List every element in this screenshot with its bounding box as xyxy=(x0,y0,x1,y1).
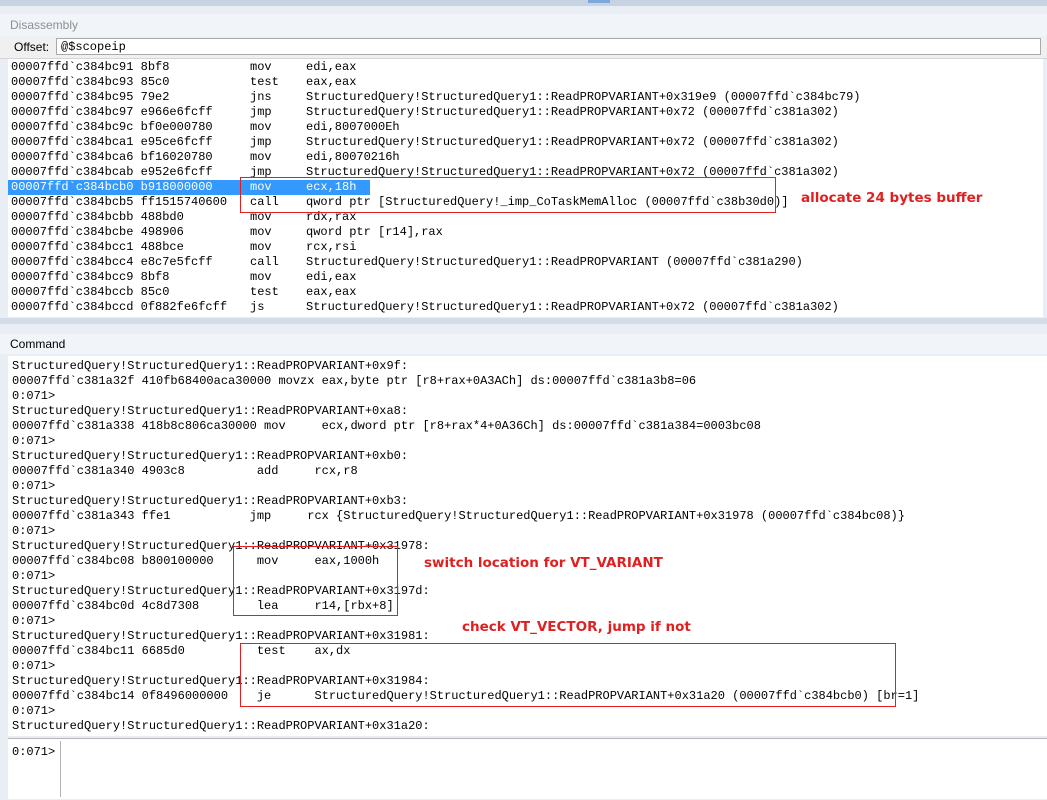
command-input-area: 0:071> xyxy=(8,738,1047,799)
disassembly-row[interactable]: 00007ffd`c384bc95 79e2 jns StructuredQuery… xyxy=(8,90,1043,105)
instruction-address: 00007ffd`c384bcc4 e8c7e5fcff xyxy=(11,255,213,269)
instruction-mnemonic: jmp xyxy=(250,105,272,119)
instruction-mnemonic: call xyxy=(250,255,279,269)
instruction-operands: edi,eax xyxy=(306,60,357,74)
offset-label: Offset: xyxy=(14,40,50,54)
instruction-mnemonic: mov xyxy=(250,270,272,284)
instruction-mnemonic: jns xyxy=(250,90,272,104)
command-output-line: 0:071> xyxy=(12,569,56,583)
instruction-operands: StructuredQuery!StructuredQuery1::ReadPR… xyxy=(306,300,839,314)
command-pane-header: Command xyxy=(0,334,1047,354)
command-output-line: StructuredQuery!StructuredQuery1::ReadPR… xyxy=(12,404,409,418)
disassembly-row[interactable]: 00007ffd`c384bcc1 488bce mov rcx,rsi xyxy=(8,240,1043,255)
instruction-mnemonic: mov xyxy=(250,60,272,74)
disassembly-title: Disassembly xyxy=(10,18,79,32)
alloc-annotation: allocate 24 bytes buffer xyxy=(801,190,983,206)
command-output-line: 00007ffd`c381a340 4903c8 add rcx,r8 xyxy=(12,464,358,478)
command-output-line: StructuredQuery!StructuredQuery1::ReadPR… xyxy=(12,359,409,373)
instruction-operands: rcx,rsi xyxy=(306,240,357,254)
disassembly-row[interactable]: 00007ffd`c384bcc9 8bf8 mov edi,eax xyxy=(8,270,1043,285)
instruction-address: 00007ffd`c384bc9c bf0e000780 xyxy=(11,120,213,134)
switch-highlight-box xyxy=(233,546,398,616)
command-output-line: 0:071> xyxy=(12,659,56,673)
command-prompt: 0:071> xyxy=(12,745,56,759)
command-output-line: 0:071> xyxy=(12,614,56,628)
disassembly-pane-header: Disassembly xyxy=(0,14,1047,36)
command-output-line: 0:071> xyxy=(12,434,56,448)
instruction-address: 00007ffd`c384bca6 bf16020780 xyxy=(11,150,213,164)
command-input[interactable] xyxy=(60,741,1047,797)
offset-toolbar: Offset: @$scopeip xyxy=(0,36,1047,59)
command-title: Command xyxy=(10,337,66,351)
instruction-mnemonic: mov xyxy=(250,240,272,254)
command-output-line: 0:071> xyxy=(12,704,56,718)
instruction-operands: StructuredQuery!StructuredQuery1::ReadPR… xyxy=(306,135,839,149)
disassembly-row[interactable]: 00007ffd`c384bca6 bf16020780 mov edi,80070… xyxy=(8,150,1043,165)
instruction-operands: qword ptr [r14],rax xyxy=(306,225,443,239)
instruction-operands: edi,80070216h xyxy=(306,150,400,164)
instruction-address: 00007ffd`c384bca1 e95ce6fcff xyxy=(11,135,213,149)
instruction-address: 00007ffd`c384bcbb 488bd0 xyxy=(11,210,184,224)
instruction-mnemonic: mov xyxy=(250,225,272,239)
instruction-address: 00007ffd`c384bccd 0f882fe6fcff xyxy=(11,300,228,314)
instruction-address: 00007ffd`c384bc97 e966e6fcff xyxy=(11,105,213,119)
instruction-operands: edi,8007000Eh xyxy=(306,120,400,134)
disassembly-row[interactable]: 00007ffd`c384bcc4 e8c7e5fcff call Structur… xyxy=(8,255,1043,270)
command-output-line: 00007ffd`c381a338 418b8c806ca30000 mov e… xyxy=(12,419,761,433)
instruction-mnemonic: js xyxy=(250,300,265,314)
instruction-mnemonic: jmp xyxy=(250,135,272,149)
offset-input[interactable]: @$scopeip xyxy=(56,38,1041,55)
command-output-line: 00007ffd`c381a343 ffe1 jmp rcx {Structur… xyxy=(12,509,905,523)
instruction-mnemonic: test xyxy=(250,75,279,89)
instruction-operands: StructuredQuery!StructuredQuery1::ReadPR… xyxy=(306,105,839,119)
instruction-address: 00007ffd`c384bccb 85c0 xyxy=(11,285,170,299)
instruction-address: 00007ffd`c384bcab e952e6fcff xyxy=(11,165,213,179)
command-output-line: StructuredQuery!StructuredQuery1::ReadPR… xyxy=(12,629,430,643)
command-output-line: 00007ffd`c381a32f 410fb68400aca30000 mov… xyxy=(12,374,697,388)
instruction-operands: eax,eax xyxy=(306,75,357,89)
vector-highlight-box xyxy=(240,643,896,707)
command-output-line: 0:071> xyxy=(12,389,56,403)
command-output-line: StructuredQuery!StructuredQuery1::ReadPR… xyxy=(12,494,409,508)
disassembly-row[interactable]: 00007ffd`c384bca1 e95ce6fcff jmp Structure… xyxy=(8,135,1043,150)
instruction-mnemonic: test xyxy=(250,285,279,299)
disassembly-row[interactable]: 00007ffd`c384bc91 8bf8 mov edi,eax xyxy=(8,60,1043,75)
command-output-line: 0:071> xyxy=(12,479,56,493)
instruction-address: 00007ffd`c384bc95 79e2 xyxy=(11,90,170,104)
command-output-line: 0:071> xyxy=(12,524,56,538)
switch-annotation: switch location for VT_VARIANT xyxy=(424,555,663,571)
instruction-operands: StructuredQuery!StructuredQuery1::ReadPR… xyxy=(306,90,861,104)
disassembly-row[interactable]: 00007ffd`c384bc9c bf0e000780 mov edi,80070… xyxy=(8,120,1043,135)
instruction-address: 00007ffd`c384bcc1 488bce xyxy=(11,240,184,254)
disassembly-row[interactable]: 00007ffd`c384bcbe 498906 mov qword ptr [r1… xyxy=(8,225,1043,240)
instruction-address: 00007ffd`c384bcb5 ff1515740600 xyxy=(11,195,228,209)
disassembly-row[interactable]: 00007ffd`c384bc93 85c0 test eax,eax xyxy=(8,75,1043,90)
alloc-highlight-box xyxy=(240,177,776,213)
instruction-address: 00007ffd`c384bcbe 498906 xyxy=(11,225,184,239)
vector-annotation: check VT_VECTOR, jump if not xyxy=(462,619,691,635)
instruction-address: 00007ffd`c384bc93 85c0 xyxy=(11,75,170,89)
instruction-operands: edi,eax xyxy=(306,270,357,284)
disassembly-row[interactable]: 00007ffd`c384bccb 85c0 test eax,eax xyxy=(8,285,1043,300)
instruction-address: 00007ffd`c384bcb0 b918000000 xyxy=(11,180,213,194)
active-tab-indicator[interactable] xyxy=(588,0,610,3)
instruction-mnemonic: mov xyxy=(250,120,272,134)
instruction-operands: StructuredQuery!StructuredQuery1::ReadPR… xyxy=(306,255,803,269)
instruction-mnemonic: mov xyxy=(250,150,272,164)
command-output-line: StructuredQuery!StructuredQuery1::ReadPR… xyxy=(12,719,430,733)
pane-splitter[interactable] xyxy=(0,318,1047,324)
command-output-line: StructuredQuery!StructuredQuery1::ReadPR… xyxy=(12,449,409,463)
instruction-address: 00007ffd`c384bcc9 8bf8 xyxy=(11,270,170,284)
disassembly-row[interactable]: 00007ffd`c384bccd 0f882fe6fcff js Structur… xyxy=(8,300,1043,315)
window-top-strip xyxy=(0,0,1047,6)
instruction-address: 00007ffd`c384bc91 8bf8 xyxy=(11,60,170,74)
disassembly-row[interactable]: 00007ffd`c384bc97 e966e6fcff jmp Structure… xyxy=(8,105,1043,120)
instruction-operands: eax,eax xyxy=(306,285,357,299)
